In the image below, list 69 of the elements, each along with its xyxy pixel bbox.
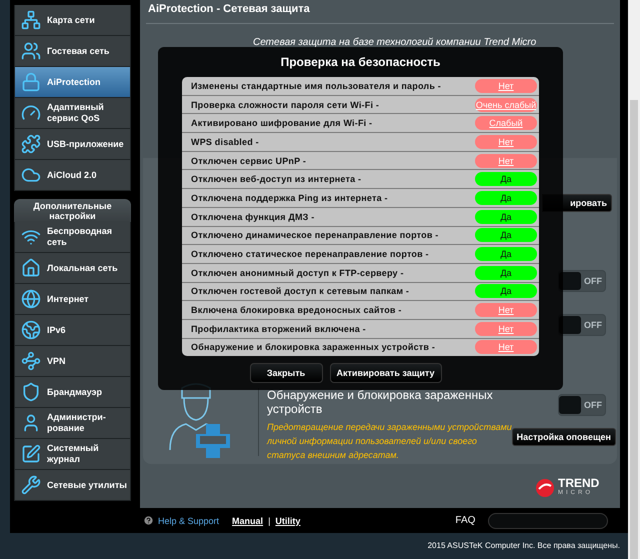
close-button[interactable]: Закрыть <box>250 363 322 384</box>
dialog-title: Проверка на безопасность <box>280 55 440 71</box>
sidebar-item[interactable]: Администри-рование <box>14 408 131 439</box>
check-label: Отключен гостевой доступ к сетевым папкам - <box>191 286 410 296</box>
search-field[interactable] <box>488 512 608 528</box>
sidebar-icon <box>21 382 41 402</box>
notification-settings-button[interactable]: Настройка оповещен <box>512 428 616 446</box>
sidebar-item[interactable]: USB-приложение <box>14 129 131 160</box>
sidebar-icon <box>21 258 41 278</box>
page-title: AiProtection - Сетевая защита <box>147 2 311 17</box>
sidebar-item[interactable]: Карта сети <box>14 5 131 36</box>
sidebar-icon <box>21 72 41 92</box>
sidebar-item[interactable]: AiProtection <box>14 67 131 98</box>
toggle-switch[interactable]: OFF <box>558 394 606 416</box>
check-result[interactable]: Да <box>475 266 537 280</box>
sidebar-item[interactable]: IPv6 <box>14 315 131 346</box>
faq-label: FAQ <box>455 515 476 526</box>
sidebar-icon <box>21 41 41 61</box>
sidebar-item[interactable]: Брандмауэр <box>14 377 131 408</box>
check-label: Отключен анонимный доступ к FTP-серверу - <box>191 268 404 278</box>
check-label: Обнаружение и блокировка зараженных устройств - <box>191 342 436 352</box>
section-title: Дополнительные настройки <box>14 199 131 222</box>
logo-icon <box>535 478 555 498</box>
check-result[interactable]: Да <box>475 190 537 205</box>
sidebar-item[interactable]: Системный журнал <box>14 439 131 470</box>
sidebar-item[interactable]: VPN <box>14 346 131 377</box>
check-label: Отключена функция ДМЗ - <box>191 212 314 222</box>
sidebar-item[interactable]: Адаптивный сервис QoS <box>14 98 131 129</box>
sidebar-icon <box>21 320 41 340</box>
check-label: WPS disabled - <box>191 136 259 147</box>
check-label: Отключен сервис UPnP - <box>191 156 306 166</box>
logo-text: TREND <box>558 478 600 488</box>
check-label: Отключена поддержка Ping из интернета - <box>191 192 388 203</box>
sidebar-icon <box>21 134 41 154</box>
sidebar-item[interactable]: Сетевые утилиты <box>14 470 131 501</box>
activate-button[interactable]: Активировать защиту <box>330 363 442 384</box>
check-result[interactable]: Да <box>475 210 537 224</box>
check-label: Отключено статическое перенаправление портов - <box>191 249 429 260</box>
feature-description: Предотвращение передачи зараженными устройствами личной информации пользователей и/или своего статуса внешним адресатам. <box>267 421 512 462</box>
separator-text: | <box>268 516 270 526</box>
sidebar-icon <box>21 475 41 495</box>
check-result[interactable]: Да <box>475 284 537 298</box>
sidebar-icon <box>21 351 41 371</box>
sidebar-icon <box>21 444 41 464</box>
scrollbar[interactable] <box>628 0 640 559</box>
check-label: Профилактика вторжений включена - <box>191 324 366 334</box>
check-label: Включена блокировка вредоносных сайтов - <box>191 305 402 316</box>
sidebar-icon <box>21 289 41 309</box>
sidebar-item[interactable]: Беспроводная сеть <box>14 222 131 253</box>
check-result[interactable]: Да <box>475 228 537 242</box>
check-label: Активировано шифрование для Wi-Fi - <box>191 118 372 128</box>
help-link[interactable]: Help & Support <box>143 515 220 526</box>
manual-link[interactable]: Manual <box>232 516 264 526</box>
sidebar-icon <box>21 10 41 30</box>
utility-link[interactable]: Utility <box>275 516 300 526</box>
check-label: Отключен веб-доступ из интернета - <box>191 174 362 184</box>
sidebar-item[interactable]: AiCloud 2.0 <box>14 160 131 191</box>
help-icon <box>143 515 154 526</box>
feature-title: Обнаружение и блокировка зараженных устройств <box>267 388 494 416</box>
intro-text: Сетевая защита на базе технологий компании Trend Micro <box>253 37 538 48</box>
check-result[interactable]: Да <box>475 172 537 186</box>
check-label: Изменены стандартные имя пользователя и пароль - <box>191 80 441 91</box>
sidebar-item[interactable]: Интернет <box>14 284 131 315</box>
sidebar-item[interactable]: Гостевая сеть <box>14 36 131 67</box>
check-result[interactable]: Да <box>475 247 537 262</box>
check-label: Отключено динамическое перенаправление портов - <box>191 230 438 240</box>
copyright-text: 2015 ASUSTeK Computer Inc. Все права защищены. <box>426 540 621 550</box>
check-label: Проверка сложности пароля сети Wi-Fi - <box>191 100 380 110</box>
sidebar-item[interactable]: Локальная сеть <box>14 253 131 284</box>
